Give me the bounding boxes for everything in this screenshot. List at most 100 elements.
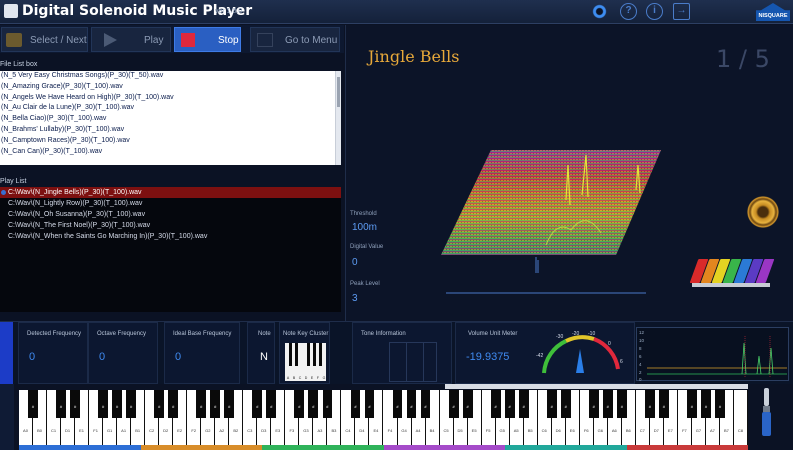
list-item[interactable]: (N_Angels We Have Heard on High)(P_30)(T… bbox=[0, 93, 341, 104]
file-list-label: File List box bbox=[0, 61, 38, 68]
settings-gear-icon[interactable] bbox=[591, 3, 608, 20]
list-item[interactable]: C:\Wav\(N_The First Noel)(P_30)(T_100).w… bbox=[0, 220, 341, 231]
vu-scale-tick: -10 bbox=[588, 331, 595, 337]
piano-white-key[interactable]: E4 bbox=[369, 390, 384, 445]
selection-marker-icon bbox=[1, 190, 6, 195]
piano-white-key[interactable]: B2 bbox=[229, 390, 244, 445]
piano-white-key[interactable]: B7 bbox=[720, 390, 734, 445]
peak-level-label: Peak Level bbox=[350, 281, 380, 287]
threshold-label: Threshold bbox=[350, 211, 377, 217]
piano-white-key[interactable]: E5 bbox=[468, 390, 482, 445]
octave-color-bar bbox=[19, 445, 141, 450]
piano-white-key[interactable]: E3 bbox=[271, 390, 286, 445]
osc-scale-tick: 12 bbox=[639, 330, 645, 335]
detected-frequency-value: 0 bbox=[29, 351, 36, 363]
list-item[interactable]: C:\Wav\(N_When the Saints Go Marching In… bbox=[0, 231, 341, 242]
help-icon[interactable]: ? bbox=[620, 3, 637, 20]
file-list-box[interactable]: (N_5 Very Easy Christmas Songs)(P_30)(T_… bbox=[0, 71, 341, 165]
octave-color-bar bbox=[505, 445, 627, 450]
list-item[interactable]: (N_Can Can)(P_30)(T_100).wav bbox=[0, 147, 341, 158]
3d-spectrum-graphic bbox=[441, 150, 661, 294]
detected-frequency-panel: Detected Frequency 0 bbox=[18, 322, 88, 384]
meter-side-strip bbox=[0, 322, 13, 385]
osc-scale-tick: 2 bbox=[639, 370, 642, 375]
play-button[interactable]: Play bbox=[91, 27, 171, 52]
toolbar: Select / Next Play Stop Go to Menu bbox=[0, 25, 344, 53]
octave-color-bar bbox=[383, 445, 505, 450]
piano-white-key[interactable]: B4 bbox=[426, 390, 440, 445]
piano-white-key[interactable]: B0 bbox=[33, 390, 48, 445]
piano-white-key[interactable]: B1 bbox=[131, 390, 146, 445]
octave-frequency-panel: Octave Frequency 0 bbox=[88, 322, 158, 384]
list-item[interactable]: (N_Brahms' Lullaby)(P_30)(T_100).wav bbox=[0, 125, 341, 136]
piano-white-key[interactable]: B5 bbox=[524, 390, 538, 445]
osc-scale-tick: 6 bbox=[639, 354, 642, 359]
piano-white-key[interactable]: B3 bbox=[327, 390, 342, 445]
digital-value-label: Digital Value bbox=[350, 244, 384, 250]
vu-scale-tick: 0 bbox=[608, 341, 611, 347]
list-item[interactable]: (N_5 Very Easy Christmas Songs)(P_30)(T_… bbox=[0, 71, 341, 82]
list-item[interactable]: C:\Wav\(N_Oh Susanna)(P_30)(T_100).wav bbox=[0, 209, 341, 220]
select-next-button[interactable]: Select / Next bbox=[1, 27, 88, 52]
octave-color-bar bbox=[140, 445, 262, 450]
file-list-scrollbar[interactable] bbox=[335, 71, 341, 165]
note-key-cluster: A B C D E F G bbox=[285, 343, 326, 381]
piano-white-key[interactable]: B6 bbox=[622, 390, 636, 445]
piano-scrollbar[interactable] bbox=[445, 384, 748, 389]
tone-information-box bbox=[389, 342, 437, 382]
piano-keyboard[interactable]: A0 # B0 C1 # D1 # E1 F1 # G1 # A1 # B1 C2 # D2 # E2 F2 # G2 # A2… bbox=[19, 390, 748, 445]
exit-icon[interactable]: → bbox=[673, 3, 690, 20]
vu-scale-tick: -42 bbox=[536, 353, 543, 359]
play-list-box[interactable]: C:\Wav\(N_Jingle Bells)(P_30)(T_100).wav… bbox=[0, 187, 341, 312]
list-item[interactable]: (N_Camptown Races)(P_30)(T_100).wav bbox=[0, 136, 341, 147]
spectrum-visualizer: Jingle Bells 1 / 5 Threshold 100m Digita… bbox=[345, 25, 793, 321]
osc-scale-tick: 4 bbox=[639, 362, 642, 367]
meters-panel: Detected Frequency 0 Octave Frequency 0 … bbox=[0, 321, 793, 385]
piano-left-strip bbox=[0, 384, 14, 450]
octave-color-bar bbox=[262, 445, 384, 450]
scrollbar-thumb[interactable] bbox=[337, 77, 340, 107]
octave-color-bar bbox=[626, 445, 748, 450]
song-title: Jingle Bells bbox=[368, 47, 460, 66]
piano-white-key[interactable]: E1 bbox=[75, 390, 90, 445]
vu-value: -19.9375 bbox=[466, 351, 510, 363]
list-item[interactable]: (N_Au Clair de la Lune)(P_30)(T_100).wav bbox=[0, 103, 341, 114]
osc-scale-tick: 8 bbox=[639, 346, 642, 351]
play-list-label: Play List bbox=[0, 178, 27, 185]
go-to-menu-button[interactable]: Go to Menu bbox=[250, 27, 340, 52]
note-value: N bbox=[260, 351, 268, 363]
brand-logo: NISQUARE bbox=[756, 3, 790, 21]
piano-white-key[interactable]: E2 bbox=[173, 390, 188, 445]
vu-scale-tick: 6 bbox=[620, 359, 623, 365]
stop-icon bbox=[181, 33, 195, 47]
info-icon[interactable]: i bbox=[646, 3, 663, 20]
oscilloscope-display: 12 10 8 6 4 2 0 bbox=[636, 327, 789, 382]
app-version: ver 1.0.0 bbox=[215, 8, 243, 15]
app-logo-icon bbox=[4, 4, 18, 18]
list-item-selected[interactable]: C:\Wav\(N_Jingle Bells)(P_30)(T_100).wav bbox=[0, 187, 341, 198]
speaker-icon[interactable] bbox=[741, 193, 781, 231]
list-item[interactable]: (N_Amazing Grace)(P_30)(T_100).wav bbox=[0, 82, 341, 93]
ideal-base-frequency-panel: Ideal Base Frequency 0 bbox=[164, 322, 240, 384]
play-icon bbox=[104, 33, 117, 47]
threshold-value: 100m bbox=[352, 222, 378, 233]
title-bar: Digital Solenoid Music Player ver 1.0.0 … bbox=[0, 0, 793, 24]
peak-level-value: 3 bbox=[352, 293, 358, 304]
piano-white-key[interactable]: C8 bbox=[734, 390, 748, 445]
folder-icon bbox=[6, 33, 22, 47]
octave-frequency-value: 0 bbox=[99, 351, 106, 363]
track-counter: 1 / 5 bbox=[716, 45, 770, 73]
menu-icon bbox=[257, 33, 273, 47]
osc-scale-tick: 0 bbox=[639, 377, 642, 382]
osc-scale-tick: 10 bbox=[639, 338, 645, 343]
piano-white-key[interactable]: E6 bbox=[566, 390, 580, 445]
note-panel: Note N bbox=[247, 322, 275, 384]
volume-unit-meter-panel: Volume Unit Meter -19.9375 -42 -30 -20 -… bbox=[455, 322, 635, 384]
list-item[interactable]: C:\Wav\(N_Lightly Row)(P_30)(T_100).wav bbox=[0, 198, 341, 209]
stop-button[interactable]: Stop bbox=[174, 27, 241, 52]
audio-jack-icon[interactable] bbox=[760, 388, 773, 438]
vu-scale-tick: -30 bbox=[556, 334, 563, 340]
vu-scale-tick: -20 bbox=[572, 331, 579, 337]
piano-white-key[interactable]: E7 bbox=[664, 390, 678, 445]
list-item[interactable]: (N_Bella Ciao)(P_30)(T_100).wav bbox=[0, 114, 341, 125]
